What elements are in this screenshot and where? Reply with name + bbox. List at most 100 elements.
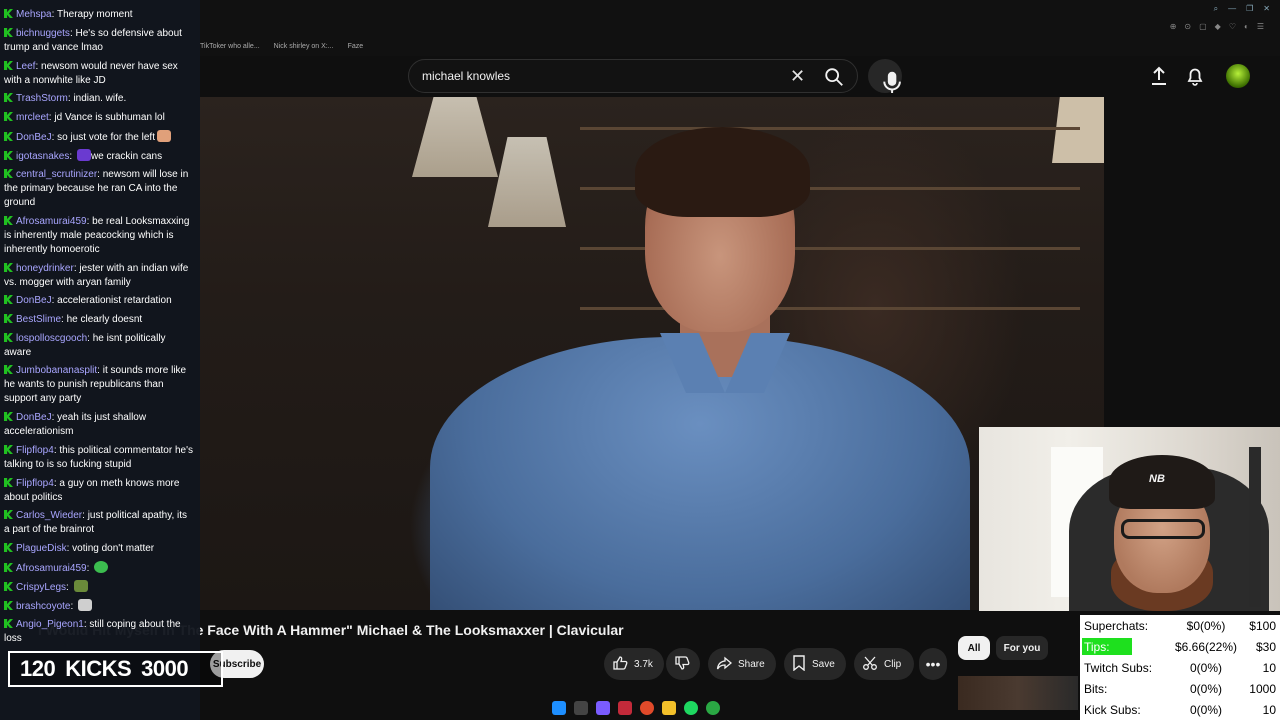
stat-label: Twitch Subs: bbox=[1084, 661, 1153, 675]
stat-row-superchats: Superchats: $0(0%) $100 bbox=[1080, 615, 1280, 635]
like-icon bbox=[612, 655, 628, 674]
window-controls: ⌕ — ❐ ✕ bbox=[1214, 4, 1270, 14]
search-icon[interactable]: ⌕ bbox=[1214, 4, 1218, 14]
chat-username[interactable]: CrispyLegs bbox=[16, 582, 66, 593]
kicks-goal: 3000 bbox=[141, 656, 189, 681]
chat-username[interactable]: brashcoyote bbox=[16, 601, 70, 612]
chat-username[interactable]: TrashStorm bbox=[16, 93, 68, 104]
chat-username[interactable]: DonBeJ bbox=[16, 412, 52, 423]
mic-button[interactable] bbox=[868, 59, 902, 93]
close-icon[interactable]: ✕ bbox=[1263, 4, 1270, 14]
search-input[interactable]: michael knowles ✕ bbox=[408, 59, 858, 93]
extension-icon[interactable]: ⊙ bbox=[1184, 22, 1191, 31]
chat-username[interactable]: DonBeJ bbox=[16, 132, 52, 143]
stat-goal: $100 bbox=[1249, 619, 1276, 633]
extension-icon[interactable]: ⊕ bbox=[1170, 22, 1177, 31]
share-button[interactable]: Share bbox=[708, 648, 776, 680]
chat-username[interactable]: central_scrutinizer bbox=[16, 169, 97, 180]
chat-username[interactable]: igotasnakes bbox=[16, 151, 69, 162]
chat-message: Jumbobananasplit: it sounds more like he… bbox=[4, 365, 187, 404]
restore-icon[interactable]: ❐ bbox=[1246, 4, 1253, 14]
chat-username[interactable]: Carlos_Wieder bbox=[16, 510, 82, 521]
chat-username[interactable]: DonBeJ bbox=[16, 295, 52, 306]
search-icon[interactable] bbox=[574, 701, 588, 715]
discord-icon[interactable] bbox=[596, 701, 610, 715]
chat-username[interactable]: honeydrinker bbox=[16, 263, 74, 274]
avatar[interactable] bbox=[1226, 64, 1250, 88]
chat-username[interactable]: PlagueDisk bbox=[16, 543, 67, 554]
chat-message: honeydrinker: jester with an indian wife… bbox=[4, 263, 189, 288]
chat-username[interactable]: Flipflop4 bbox=[16, 478, 54, 489]
chat-username[interactable]: Mehspa bbox=[16, 9, 52, 20]
upload-icon[interactable] bbox=[1150, 66, 1168, 86]
chat-text: Therapy moment bbox=[56, 9, 133, 20]
chat-text: so just vote for the left bbox=[57, 132, 155, 143]
kick-badge-icon bbox=[4, 478, 13, 487]
recommended-video-thumbnail[interactable] bbox=[958, 676, 1078, 710]
chip-all[interactable]: All bbox=[958, 636, 990, 660]
video-lamp bbox=[1052, 97, 1104, 163]
chat-message: lospolloscgooch: he isnt politically awa… bbox=[4, 333, 166, 358]
xbox-icon[interactable] bbox=[706, 701, 720, 715]
stat-label: Tips: bbox=[1084, 640, 1110, 654]
bookmark-2[interactable]: Nick shirley on X:... bbox=[274, 43, 334, 50]
dislike-button[interactable] bbox=[666, 648, 700, 680]
search-icon[interactable] bbox=[822, 66, 846, 88]
kick-badge-icon bbox=[4, 445, 13, 454]
chat-username[interactable]: Angio_Pigeon1 bbox=[16, 619, 84, 630]
webcam-glasses bbox=[1121, 519, 1205, 539]
video-player[interactable] bbox=[200, 97, 1104, 610]
chat-username[interactable]: lospolloscgooch bbox=[16, 333, 87, 344]
chat-text: indian. wife. bbox=[73, 93, 127, 104]
chat-message: Afrosamurai459: bbox=[4, 561, 194, 576]
stat-goal: 1000 bbox=[1249, 682, 1276, 696]
kick-badge-icon bbox=[4, 314, 13, 323]
chat-username[interactable]: Afrosamurai459 bbox=[16, 216, 87, 227]
chat-username[interactable]: bichnuggets bbox=[16, 28, 70, 39]
app-icon[interactable] bbox=[618, 701, 632, 715]
more-icon[interactable]: ••• bbox=[919, 648, 947, 680]
chat-username[interactable]: Jumbobananasplit bbox=[16, 365, 97, 376]
emote-icon bbox=[156, 130, 171, 142]
stat-row-tips: Tips: $6.66(22%) $30 bbox=[1080, 636, 1280, 656]
kick-badge-icon bbox=[4, 510, 13, 519]
save-icon bbox=[792, 654, 806, 674]
screen: TikToker who alle... Nick shirley on X:.… bbox=[0, 0, 1280, 720]
close-icon[interactable]: ✕ bbox=[790, 66, 805, 87]
save-button[interactable]: Save bbox=[784, 648, 846, 680]
kick-badge-icon bbox=[4, 9, 13, 18]
browser-icon[interactable] bbox=[640, 701, 654, 715]
bookmark-1[interactable]: TikToker who alle... bbox=[200, 43, 260, 50]
minimize-icon[interactable]: — bbox=[1228, 4, 1236, 14]
chat-username[interactable]: BestSlime bbox=[16, 314, 61, 325]
kick-badge-icon bbox=[4, 263, 13, 272]
bell-icon[interactable] bbox=[1186, 66, 1204, 86]
extension-icon[interactable]: ♡ bbox=[1229, 22, 1236, 31]
extension-icon[interactable]: ☰ bbox=[1257, 22, 1264, 31]
chat-message: igotasnakes: we crackin cans bbox=[4, 149, 194, 164]
bookmark-3[interactable]: Faze bbox=[348, 43, 364, 50]
like-button[interactable]: 3.7k bbox=[604, 648, 664, 680]
windows-start-icon[interactable] bbox=[552, 701, 566, 715]
chip-for-you[interactable]: For you bbox=[996, 636, 1048, 660]
kick-badge-icon bbox=[4, 169, 13, 178]
chat-username[interactable]: Leef bbox=[16, 61, 35, 72]
extension-icon[interactable]: ◐ bbox=[1244, 22, 1249, 31]
kick-badge-icon bbox=[4, 582, 13, 591]
chat-username[interactable]: mrcleet bbox=[16, 112, 49, 123]
cap-logo: NB bbox=[1149, 473, 1165, 485]
chat-message: DonBeJ: accelerationist retardation bbox=[4, 294, 194, 308]
extension-icon[interactable]: ◆ bbox=[1215, 22, 1221, 31]
chat-username[interactable]: Afrosamurai459 bbox=[16, 563, 87, 574]
extension-icon[interactable]: ▢ bbox=[1199, 22, 1207, 31]
spotify-icon[interactable] bbox=[684, 701, 698, 715]
chat-username[interactable]: Flipflop4 bbox=[16, 445, 54, 456]
kicks-label: KICKS bbox=[65, 656, 132, 681]
stat-value: $6.66(22%) bbox=[1174, 640, 1238, 654]
chat-message: mrcleet: jd Vance is subhuman lol bbox=[4, 111, 194, 125]
kick-badge-icon bbox=[4, 365, 13, 374]
clip-button[interactable]: Clip bbox=[854, 648, 914, 680]
folder-icon[interactable] bbox=[662, 701, 676, 715]
clip-icon bbox=[862, 655, 878, 674]
mic-icon bbox=[883, 71, 901, 93]
